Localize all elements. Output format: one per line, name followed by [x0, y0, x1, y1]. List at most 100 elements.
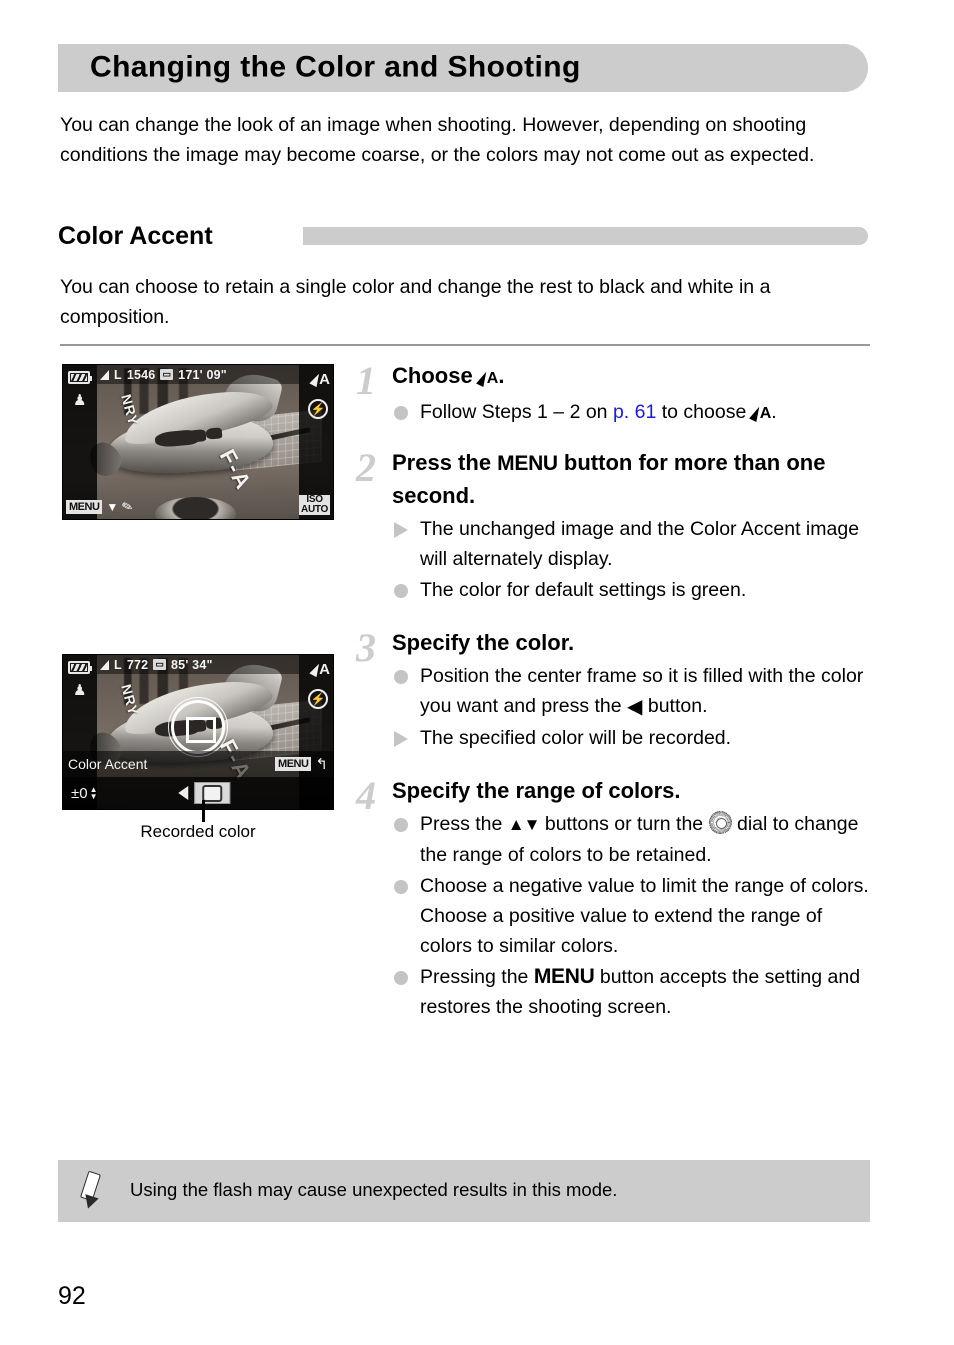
- step-bullets: Press the ▲▼ buttons or turn the dial to…: [392, 809, 874, 1022]
- step-2: 2 Press the MENU button for more than on…: [346, 447, 874, 605]
- page-title: Changing the Color and Shooting: [90, 50, 581, 84]
- left-button-icon: ◀: [627, 696, 643, 718]
- note-box: Using the flash may cause unexpected res…: [58, 1160, 870, 1222]
- bullet-text: Pressing the: [420, 966, 534, 988]
- bullet-text-cont: to choose: [656, 401, 752, 423]
- bullet-dot-icon: [394, 818, 408, 832]
- bullet-dot-icon: [394, 880, 408, 894]
- caption-pointer-line: [202, 800, 205, 822]
- step-bullets: Position the center frame so it is fille…: [392, 661, 874, 753]
- osd-left-bar: [63, 365, 97, 519]
- step-heading: Press the MENU button for more than one …: [392, 447, 874, 512]
- step-3: 3 Specify the color. Position the center…: [346, 627, 874, 753]
- photo-backdrop: NRY F-A: [63, 365, 333, 519]
- step-heading: Specify the range of colors.: [392, 778, 681, 803]
- bullet-dot-icon: [394, 971, 408, 985]
- step-number: 4: [356, 773, 376, 818]
- left-arrow-icon: [178, 786, 189, 800]
- step-number: 1: [356, 358, 376, 403]
- shots-remaining: 772: [126, 657, 149, 672]
- pencil-icon: [79, 1170, 102, 1211]
- section-heading-label: Color Accent: [58, 222, 223, 251]
- menu-button-label: MENU: [497, 452, 558, 475]
- dial-icon: [708, 811, 732, 834]
- osd-info-bar: L 772 ▭ 85' 34": [97, 655, 299, 674]
- range-value: ±0: [71, 784, 88, 802]
- page-number: 92: [58, 1282, 86, 1310]
- color-accent-title: Color Accent: [68, 756, 148, 772]
- lens-object: [154, 497, 236, 519]
- menu-button-label: MENU: [533, 965, 595, 988]
- bullet-triangle-icon: [394, 522, 408, 538]
- color-accent-title-row: Color Accent MENU ↰: [63, 751, 333, 777]
- page-reference-link[interactable]: p. 61: [613, 401, 656, 423]
- step-4: 4 Specify the range of colors. Press the…: [346, 775, 874, 1022]
- section-heading-bar: [303, 227, 868, 245]
- down-arrow-icon: ▼: [106, 500, 119, 514]
- osd-info-bar: L 1546 ▭ 171' 09": [97, 365, 299, 384]
- color-accent-icon: A: [309, 661, 330, 678]
- shots-remaining: 1546: [126, 367, 156, 382]
- recorded-color-swatch: [194, 782, 231, 804]
- intro-paragraph: You can change the look of an image when…: [60, 114, 815, 166]
- content-divider: [60, 344, 870, 346]
- color-accent-icon: A: [475, 363, 498, 388]
- color-accent-icon: A: [748, 401, 771, 423]
- step-bullets: Follow Steps 1 – 2 on p. 61 to choose A.: [392, 397, 874, 429]
- step-heading-text: Press the: [392, 450, 498, 475]
- object-icon: ♟: [73, 392, 87, 409]
- bullet-item: Choose a negative value to limit the ran…: [392, 871, 874, 961]
- image-quality-icon: [100, 659, 109, 670]
- camera-screen-figure-2: NRY F-A L 772 ▭ 85' 34" ♟ A ⚡ Color Acce…: [62, 654, 334, 810]
- return-arrow-icon: ↰: [315, 756, 328, 773]
- step-heading-text: Choose: [392, 363, 479, 388]
- step-heading: Specify the color.: [392, 630, 575, 655]
- flash-off-icon: ⚡: [308, 399, 328, 419]
- step-heading: Choose A.: [392, 360, 874, 395]
- step-1: 1 Choose A. Follow Steps 1 – 2 on p. 61 …: [346, 360, 874, 429]
- bullet-text: The unchanged image and the Color Accent…: [420, 518, 860, 570]
- battery-icon: [68, 371, 92, 384]
- steps-column: 1 Choose A. Follow Steps 1 – 2 on p. 61 …: [346, 360, 874, 1028]
- iso-badge: ISO AUTO: [299, 495, 330, 515]
- menu-chip-label: MENU: [275, 757, 312, 771]
- bullet-triangle-icon: [394, 731, 408, 747]
- plane-window: [186, 428, 207, 443]
- image-quality-label: L: [114, 367, 122, 382]
- bullet-text-end: .: [771, 401, 777, 423]
- bullet-item: Position the center frame so it is fille…: [392, 661, 874, 722]
- section-heading: Color Accent: [58, 222, 868, 252]
- menu-hint-badge: MENU ▼ ✎: [66, 497, 136, 516]
- image-quality-label: L: [114, 657, 122, 672]
- bullet-item: The unchanged image and the Color Accent…: [392, 514, 874, 574]
- flash-off-icon: ⚡: [308, 689, 328, 709]
- movie-icon: ▭: [153, 659, 167, 670]
- note-text: Using the flash may cause unexpected res…: [130, 1179, 618, 1201]
- bullet-text: The color for default settings is green.: [420, 579, 747, 601]
- bullet-text: Press the: [420, 813, 508, 835]
- step-bullets: The unchanged image and the Color Accent…: [392, 514, 874, 605]
- step-number: 3: [356, 625, 376, 670]
- bullet-dot-icon: [394, 406, 408, 420]
- movie-time-remaining: 85' 34": [171, 657, 213, 672]
- bullet-item: Pressing the MENU button accepts the set…: [392, 962, 874, 1022]
- step-number: 2: [356, 445, 376, 490]
- movie-time-remaining: 171' 09": [178, 367, 227, 382]
- image-quality-icon: [100, 369, 109, 380]
- center-frame-target: [168, 697, 228, 757]
- camera-screen-figure-1: NRY F-A L 1546 ▭ 171' 09" ♟ A ⚡ MENU ▼ ✎…: [62, 364, 334, 520]
- color-accent-value-row: ±0 ▲ ▼: [63, 777, 333, 809]
- bullet-text: Choose a negative value to limit the ran…: [420, 875, 869, 957]
- mode-letter: A: [319, 661, 330, 678]
- menu-chip-label: MENU: [66, 500, 103, 514]
- object-icon: ♟: [73, 682, 87, 699]
- bullet-item: Press the ▲▼ buttons or turn the dial to…: [392, 809, 874, 870]
- step-heading-suffix: .: [498, 363, 505, 388]
- menu-return-hint: MENU ↰: [275, 755, 328, 773]
- chapter-title-bar: Changing the Color and Shooting: [58, 44, 868, 92]
- pencil-icon: ✎: [120, 497, 136, 516]
- plane-window: [205, 427, 223, 440]
- figure-caption: Recorded color: [140, 822, 256, 841]
- up-down-arrows-icon: ▲ ▼: [89, 785, 98, 801]
- bullet-item: The specified color will be recorded.: [392, 723, 874, 753]
